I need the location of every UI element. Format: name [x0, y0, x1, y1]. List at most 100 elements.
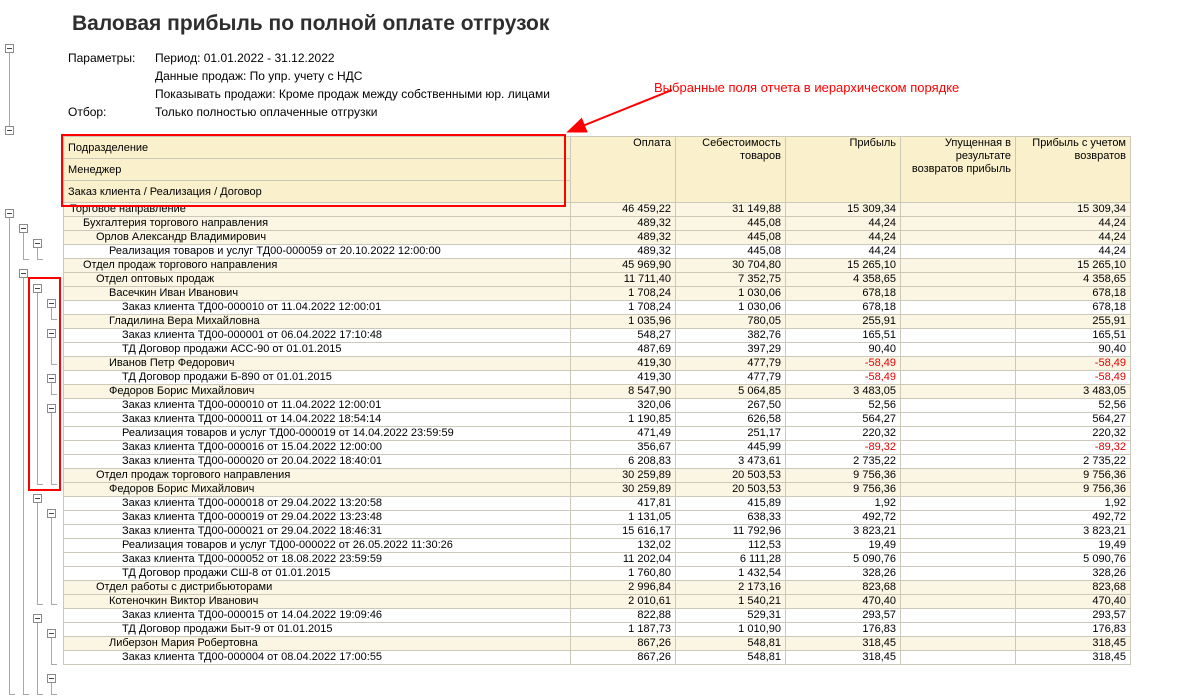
cell-value[interactable] — [900, 440, 1016, 455]
cell-value[interactable]: 165,51 — [1015, 328, 1131, 343]
cell-value[interactable] — [900, 300, 1016, 315]
cell-value[interactable]: 382,76 — [675, 328, 786, 343]
cell-value[interactable]: -89,32 — [1015, 440, 1131, 455]
cell-value[interactable]: 445,99 — [675, 440, 786, 455]
cell-value[interactable] — [900, 524, 1016, 539]
col-header-cost[interactable]: Себестоимость товаров — [675, 136, 786, 203]
collapse-header-group-button[interactable] — [5, 44, 14, 53]
cell-value[interactable]: 477,79 — [675, 356, 786, 371]
collapse-group-button[interactable] — [47, 299, 56, 308]
cell-value[interactable]: 318,45 — [1015, 636, 1131, 651]
row-label[interactable]: Бухгалтерия торгового направления — [63, 216, 571, 231]
cell-value[interactable]: 1 030,06 — [675, 300, 786, 315]
cell-value[interactable]: 564,27 — [1015, 412, 1131, 427]
cell-value[interactable]: -58,49 — [785, 356, 901, 371]
row-label[interactable]: Заказ клиента ТД00-000016 от 15.04.2022 … — [63, 440, 571, 455]
row-label[interactable]: Заказ клиента ТД00-000015 от 14.04.2022 … — [63, 608, 571, 623]
cell-value[interactable]: 489,32 — [570, 230, 676, 245]
cell-value[interactable]: 20 503,53 — [675, 468, 786, 483]
cell-value[interactable]: 9 756,36 — [1015, 482, 1131, 497]
row-label[interactable]: ТД Договор продажи Быт-9 от 01.01.2015 — [63, 622, 571, 637]
cell-value[interactable]: 417,81 — [570, 496, 676, 511]
cell-value[interactable]: 15 616,17 — [570, 524, 676, 539]
cell-value[interactable]: 1 035,96 — [570, 314, 676, 329]
cell-value[interactable] — [900, 426, 1016, 441]
row-header-manager[interactable]: Менеджер — [63, 158, 571, 181]
cell-value[interactable]: 31 149,88 — [675, 202, 786, 217]
collapse-group-button[interactable] — [33, 614, 42, 623]
cell-value[interactable]: 1,92 — [1015, 496, 1131, 511]
collapse-group-button[interactable] — [47, 374, 56, 383]
cell-value[interactable]: 548,81 — [675, 650, 786, 665]
cell-value[interactable]: 44,24 — [1015, 230, 1131, 245]
cell-value[interactable]: 15 309,34 — [785, 202, 901, 217]
cell-value[interactable]: 293,57 — [785, 608, 901, 623]
cell-value[interactable] — [900, 608, 1016, 623]
cell-value[interactable]: 638,33 — [675, 510, 786, 525]
row-label[interactable]: Заказ клиента ТД00-000010 от 11.04.2022 … — [63, 300, 571, 315]
collapse-group-button[interactable] — [33, 284, 42, 293]
cell-value[interactable]: 445,08 — [675, 244, 786, 259]
row-label[interactable]: Заказ клиента ТД00-000010 от 11.04.2022 … — [63, 398, 571, 413]
cell-value[interactable]: 823,68 — [785, 580, 901, 595]
cell-value[interactable]: 487,69 — [570, 342, 676, 357]
cell-value[interactable]: 176,83 — [785, 622, 901, 637]
cell-value[interactable]: 9 756,36 — [785, 482, 901, 497]
cell-value[interactable]: 678,18 — [785, 300, 901, 315]
cell-value[interactable]: 45 969,90 — [570, 258, 676, 273]
cell-value[interactable]: 11 202,04 — [570, 552, 676, 567]
cell-value[interactable]: 52,56 — [1015, 398, 1131, 413]
collapse-group-button[interactable] — [47, 629, 56, 638]
cell-value[interactable]: 626,58 — [675, 412, 786, 427]
row-label[interactable]: Заказ клиента ТД00-000011 от 14.04.2022 … — [63, 412, 571, 427]
cell-value[interactable]: 1 432,54 — [675, 566, 786, 581]
cell-value[interactable] — [900, 636, 1016, 651]
cell-value[interactable]: 176,83 — [1015, 622, 1131, 637]
cell-value[interactable]: 445,08 — [675, 230, 786, 245]
collapse-group-button[interactable] — [47, 509, 56, 518]
cell-value[interactable]: 251,17 — [675, 426, 786, 441]
row-label[interactable]: Заказ клиента ТД00-000019 от 29.04.2022 … — [63, 510, 571, 525]
cell-value[interactable]: 255,91 — [1015, 314, 1131, 329]
collapse-group-button[interactable] — [47, 329, 56, 338]
cell-value[interactable]: 678,18 — [1015, 286, 1131, 301]
row-label[interactable]: Федоров Борис Михайлович — [63, 482, 571, 497]
row-label[interactable]: Заказ клиента ТД00-000021 от 29.04.2022 … — [63, 524, 571, 539]
cell-value[interactable]: 1 760,80 — [570, 566, 676, 581]
cell-value[interactable]: 44,24 — [785, 230, 901, 245]
row-label[interactable]: Либерзон Мария Робертовна — [63, 636, 571, 651]
cell-value[interactable]: 328,26 — [1015, 566, 1131, 581]
cell-value[interactable]: 489,32 — [570, 216, 676, 231]
collapse-header-group-button[interactable] — [5, 126, 14, 135]
cell-value[interactable]: 90,40 — [785, 342, 901, 357]
cell-value[interactable] — [900, 622, 1016, 637]
cell-value[interactable]: 267,50 — [675, 398, 786, 413]
cell-value[interactable] — [900, 468, 1016, 483]
row-label[interactable]: Заказ клиента ТД00-000004 от 08.04.2022 … — [63, 650, 571, 665]
cell-value[interactable]: 6 111,28 — [675, 552, 786, 567]
cell-value[interactable]: 15 265,10 — [785, 258, 901, 273]
row-label[interactable]: Отдел работы с дистрибьюторами — [63, 580, 571, 595]
cell-value[interactable]: 1 540,21 — [675, 594, 786, 609]
cell-value[interactable]: 4 358,65 — [1015, 272, 1131, 287]
row-label[interactable]: Отдел оптовых продаж — [63, 272, 571, 287]
cell-value[interactable]: 8 547,90 — [570, 384, 676, 399]
cell-value[interactable]: 2 735,22 — [785, 454, 901, 469]
cell-value[interactable]: 2 173,16 — [675, 580, 786, 595]
cell-value[interactable]: 489,32 — [570, 244, 676, 259]
cell-value[interactable]: -89,32 — [785, 440, 901, 455]
cell-value[interactable]: 1 190,85 — [570, 412, 676, 427]
cell-value[interactable]: 220,32 — [1015, 426, 1131, 441]
row-label[interactable]: Васечкин Иван Иванович — [63, 286, 571, 301]
row-label[interactable]: Гладилина Вера Михайловна — [63, 314, 571, 329]
row-label[interactable]: Реализация товаров и услуг ТД00-000059 о… — [63, 244, 571, 259]
cell-value[interactable] — [900, 594, 1016, 609]
row-label[interactable]: Реализация товаров и услуг ТД00-000019 о… — [63, 426, 571, 441]
cell-value[interactable] — [900, 384, 1016, 399]
cell-value[interactable]: 492,72 — [1015, 510, 1131, 525]
cell-value[interactable]: 470,40 — [1015, 594, 1131, 609]
row-label[interactable]: Заказ клиента ТД00-000001 от 06.04.2022 … — [63, 328, 571, 343]
cell-value[interactable] — [900, 482, 1016, 497]
cell-value[interactable] — [900, 272, 1016, 287]
cell-value[interactable]: 11 711,40 — [570, 272, 676, 287]
